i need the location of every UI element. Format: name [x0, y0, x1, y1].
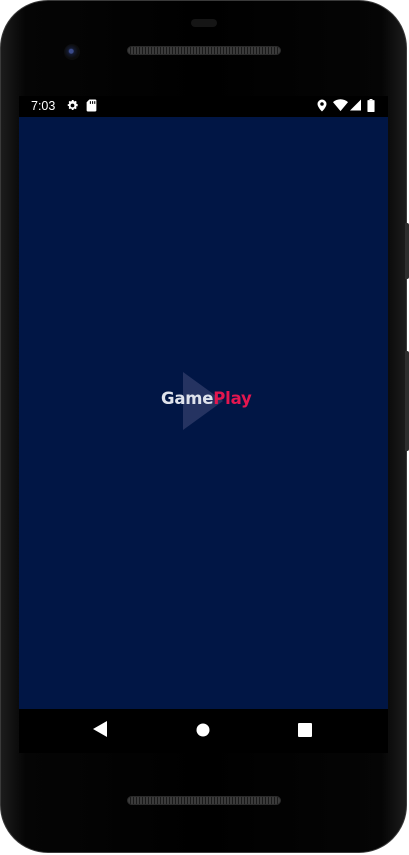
navigation-bar	[19, 709, 388, 753]
top-speaker	[127, 46, 281, 55]
status-time: 7:03	[31, 99, 56, 113]
location-icon	[317, 99, 327, 112]
phone-frame: 7:03 GamePlay	[0, 0, 409, 853]
gameplay-logo: GamePlay	[161, 372, 252, 430]
home-button[interactable]	[196, 723, 210, 737]
logo-wordmark: GamePlay	[161, 389, 252, 408]
power-button	[405, 223, 409, 279]
earpiece	[191, 19, 217, 27]
front-camera	[64, 44, 80, 60]
volume-button	[405, 351, 409, 451]
bottom-speaker	[127, 796, 281, 805]
settings-icon	[67, 99, 78, 111]
splash-screen: GamePlay	[19, 117, 388, 709]
recents-button[interactable]	[298, 723, 312, 737]
logo-text-play: Play	[213, 389, 252, 408]
back-button[interactable]	[93, 721, 107, 737]
logo-text-game: Game	[161, 389, 214, 408]
sd-card-icon	[86, 99, 97, 112]
wifi-icon	[333, 99, 348, 112]
status-bar: 7:03	[19, 96, 388, 117]
battery-icon	[367, 99, 375, 112]
signal-icon	[350, 99, 361, 111]
